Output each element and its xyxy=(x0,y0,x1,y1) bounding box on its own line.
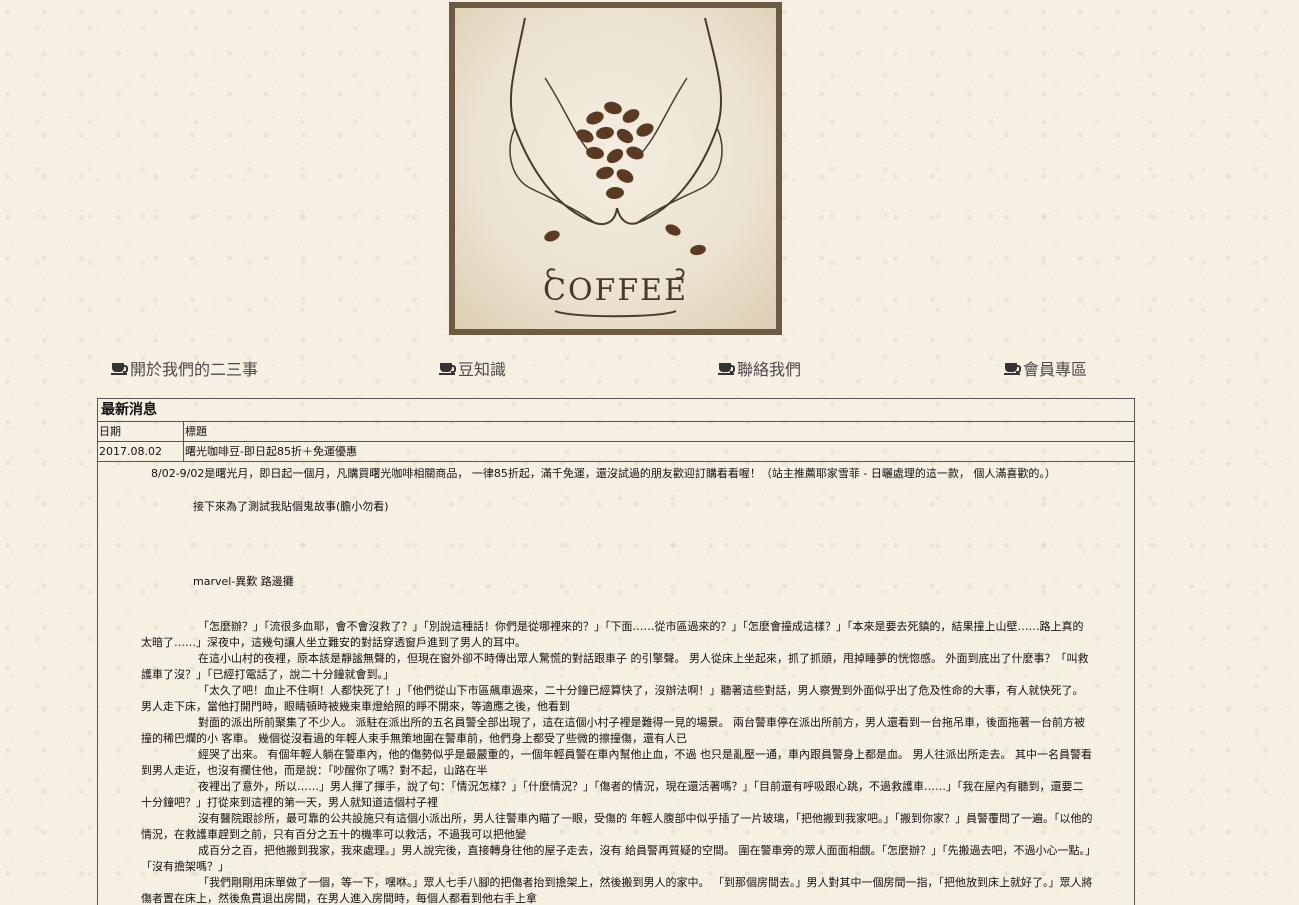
test-note-text: 接下來為了測試我貼個鬼故事(膽小勿看) xyxy=(193,500,389,513)
coffee-banner-image: COFFEE xyxy=(449,2,782,335)
column-header-title: 標題 xyxy=(185,425,207,438)
story-title: marvel-異歎 路邊攤 xyxy=(193,575,294,588)
story-paragraph: 在這小山村的夜裡，原本該是靜謐無聲的，但現在窗外卻不時傳出眾人驚慌的對話跟車子 … xyxy=(141,652,1089,681)
coffee-cup-icon xyxy=(111,361,129,375)
story-paragraph: 「太久了吧！血止不住啊！人都快死了！」「他們從山下市區飆車過來，二十分鐘已經算快… xyxy=(141,684,1084,713)
news-table-header: 日期 標題 xyxy=(98,422,1134,442)
story-body: 「怎麼辦？」「流很多血耶，會不會沒救了？」「別說這種話！你們是從哪裡來的？」「下… xyxy=(141,619,1093,905)
nav-item-bean-knowledge[interactable]: 豆知識 xyxy=(439,356,507,380)
nav-item-about[interactable]: 開於我們的二三事 xyxy=(111,356,259,380)
story-paragraph: 經哭了出來。 有個年輕人躺在警車內，他的傷勢似乎是最嚴重的，一個年輕員警在車內幫… xyxy=(141,748,1092,777)
nav-item-label: 開於我們的二三事 xyxy=(130,360,259,379)
story-paragraph: 對面的派出所前聚集了不少人。 派駐在派出所的五名員警全部出現了，這在這個小村子裡… xyxy=(141,716,1085,745)
coffee-cup-icon xyxy=(439,361,457,375)
table-row: 2017.08.02 曙光咖啡豆-即日起85折＋免運優惠 xyxy=(98,442,1134,462)
nav-item-label: 聯絡我們 xyxy=(737,360,802,379)
story-paragraph: 「我們剛剛用床單做了一個，等一下，嘿咻。」眾人七手八腳的把傷者抬到擔架上，然後搬… xyxy=(141,876,1093,905)
nav-item-label: 會員專區 xyxy=(1023,360,1088,379)
coffee-cup-icon xyxy=(718,361,736,375)
news-panel: 最新消息 日期 標題 2017.08.02 曙光咖啡豆-即日起85折＋免運優惠 … xyxy=(97,398,1135,905)
banner-coffee-text: COFFEE xyxy=(543,273,688,308)
story-paragraph: 夜裡出了意外，所以……」男人揮了揮手，說了句：「情況怎樣？」「什麼情況？」「傷者… xyxy=(141,780,1084,809)
column-header-date: 日期 xyxy=(98,422,184,441)
news-date: 2017.08.02 xyxy=(98,442,184,461)
news-heading: 最新消息 xyxy=(98,399,1134,422)
story-paragraph: 成百分之百，把他搬到我家，我來處理。」男人說完後，直接轉身往他的屋子走去，沒有 … xyxy=(141,844,1091,873)
banner-artwork: COFFEE xyxy=(455,8,776,329)
coffee-cup-icon xyxy=(1004,361,1022,375)
nav-item-contact[interactable]: 聯絡我們 xyxy=(718,356,802,380)
main-nav: 開於我們的二三事 豆知識 聯絡我們 會員專區 xyxy=(0,356,1299,382)
story-paragraph: 「怎麼辦？」「流很多血耶，會不會沒救了？」「別說這種話！你們是從哪裡來的？」「下… xyxy=(141,620,1084,649)
story-paragraph: 沒有醫院跟診所，最可靠的公共設施只有這個小派出所，男人往警車內瞄了一眼，受傷的 … xyxy=(141,812,1093,841)
nav-item-members[interactable]: 會員專區 xyxy=(1004,356,1088,380)
nav-item-label: 豆知識 xyxy=(458,360,507,379)
news-intro-text: 8/02-9/02是曙光月，即日起一個月，凡購買曙光咖啡相關商品， 一律85折起… xyxy=(151,467,1056,480)
news-title-link[interactable]: 曙光咖啡豆-即日起85折＋免運優惠 xyxy=(184,442,1134,461)
